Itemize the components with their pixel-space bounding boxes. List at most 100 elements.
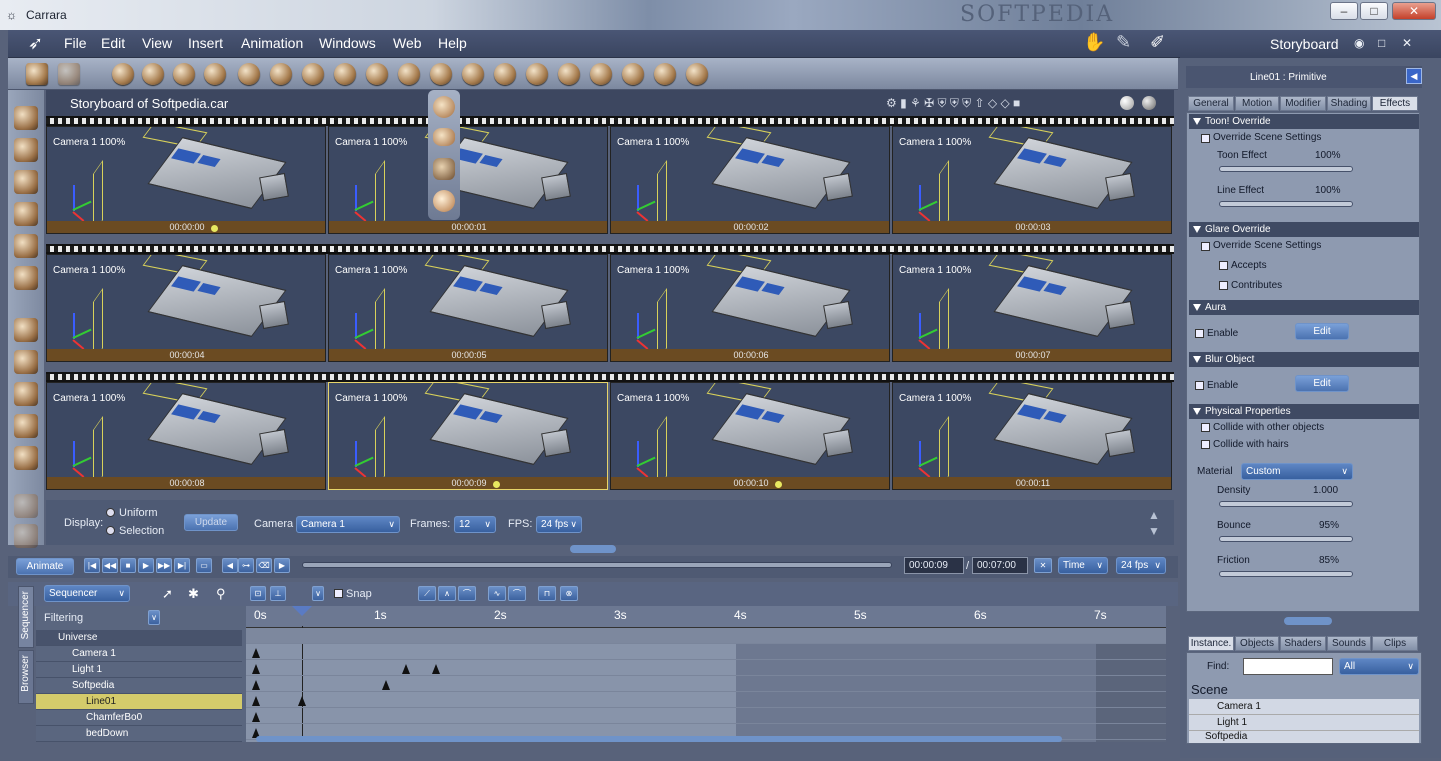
smooth-tween-icon[interactable]: ⌒ [458, 586, 476, 601]
storyboard-frame[interactable]: Camera 1 100% 00:00:11 [892, 382, 1172, 490]
accepts-checkbox[interactable] [1219, 261, 1228, 270]
selection-arrow-icon[interactable] [14, 106, 38, 130]
tree-row-beddown[interactable]: bedDown [36, 726, 242, 742]
key-icon[interactable]: ⊶ [238, 558, 254, 573]
time-cursor-handle[interactable] [292, 606, 312, 616]
total-time-field[interactable]: 00:07:00 [972, 557, 1028, 574]
toon-override-header[interactable]: Toon! Override [1189, 114, 1419, 129]
aura-enable-checkbox[interactable] [1195, 329, 1204, 338]
tab-sequencer[interactable]: Sequencer [18, 586, 34, 648]
room-maximize-button[interactable]: □ [1378, 36, 1385, 50]
options-dropdown-icon[interactable]: ∨ [312, 586, 324, 601]
time-scrubber[interactable] [302, 562, 892, 568]
keyframe[interactable] [252, 696, 260, 706]
current-time-field[interactable]: 00:00:09 [904, 557, 964, 574]
hand-pan-icon[interactable] [14, 524, 38, 548]
fog-icon[interactable] [462, 63, 484, 85]
loop-icon[interactable]: ▭ [196, 558, 212, 573]
tree-row-softpedia[interactable]: Softpedia [36, 678, 242, 694]
tab-sounds[interactable]: Sounds [1327, 636, 1371, 651]
update-button[interactable]: Update [184, 514, 238, 531]
splitter-handle[interactable] [570, 545, 616, 553]
menu-web[interactable]: Web [393, 35, 422, 51]
tab-effects[interactable]: Effects [1372, 96, 1418, 111]
keyframe[interactable] [298, 696, 306, 706]
blur-edit-button[interactable]: Edit [1295, 375, 1349, 392]
time-mode-select[interactable]: Time [1058, 557, 1108, 574]
zoom-icon[interactable]: ⚲ [216, 586, 226, 602]
discrete-tween-icon[interactable]: ⌒ [508, 586, 526, 601]
physical-properties-header[interactable]: Physical Properties [1189, 404, 1419, 419]
browser-item-light[interactable]: Light 1 [1189, 715, 1419, 731]
anim-fps-select[interactable]: 24 fps [1116, 557, 1166, 574]
linear-tween-icon[interactable]: ⟋ [418, 586, 436, 601]
align-icon[interactable]: ⊥ [270, 586, 286, 601]
play-icon[interactable]: ▶ [138, 558, 154, 573]
spline-object-icon[interactable] [238, 63, 260, 85]
prev-key-icon[interactable]: ◀ [222, 558, 238, 573]
glare-override-checkbox[interactable] [1201, 242, 1210, 251]
storyboard-frame[interactable]: Camera 1 100% 00:00:05 [328, 254, 608, 362]
carrara-logo-icon[interactable]: ➶ [28, 33, 43, 54]
bone-icon[interactable] [686, 63, 708, 85]
snap-checkbox[interactable] [334, 589, 343, 598]
tab-shading[interactable]: Shading [1327, 96, 1371, 111]
assemble-room-icon[interactable]: ✋ [1083, 32, 1105, 53]
fit-icon[interactable]: ⊡ [250, 586, 266, 601]
scroll-up-icon[interactable]: ▲ [1148, 508, 1160, 522]
tab-shaders[interactable]: Shaders [1280, 636, 1326, 651]
bezier-tween-icon[interactable]: ∿ [488, 586, 506, 601]
go-end-icon[interactable]: ▶| [174, 558, 190, 573]
storyboard-frame[interactable]: Camera 1 100% 00:00:00 [46, 126, 326, 234]
delete-key-icon[interactable]: ⌫ [256, 558, 272, 573]
fast-forward-icon[interactable]: ▶▶ [156, 558, 172, 573]
scroll-down-icon[interactable]: ▼ [1148, 524, 1160, 538]
light-icon[interactable] [558, 63, 580, 85]
sphere-icon[interactable] [112, 63, 134, 85]
density-slider[interactable] [1219, 501, 1353, 507]
tree-row-universe[interactable]: Universe [36, 630, 242, 646]
menu-insert[interactable]: Insert [188, 35, 223, 51]
camera-select[interactable]: Camera 1 [296, 516, 400, 533]
go-start-icon[interactable]: |◀ [84, 558, 100, 573]
menu-windows[interactable]: Windows [319, 35, 376, 51]
box-view-icon[interactable] [14, 446, 38, 470]
material-select[interactable]: Custom [1241, 463, 1353, 480]
timeline-scrollbar[interactable] [256, 736, 1062, 742]
storyboard-frame[interactable]: Camera 1 100% 00:00:02 [610, 126, 890, 234]
keyframe[interactable] [402, 664, 410, 674]
keyframe[interactable] [252, 680, 260, 690]
time-settings-icon[interactable]: ✕ [1034, 558, 1052, 573]
aura-edit-button[interactable]: Edit [1295, 323, 1349, 340]
storyboard-frame[interactable]: Camera 1 100% 00:00:08 [46, 382, 326, 490]
hair-icon[interactable] [494, 63, 516, 85]
pan-icon[interactable] [14, 350, 38, 374]
rotate-icon[interactable] [14, 170, 38, 194]
cloud-icon[interactable] [398, 63, 420, 85]
group-icon[interactable] [622, 63, 644, 85]
menu-file[interactable]: File [64, 35, 87, 51]
camera-tool-icon[interactable] [14, 494, 38, 518]
keyframe[interactable] [252, 664, 260, 674]
aura-header[interactable]: Aura [1189, 300, 1419, 315]
room-close-button[interactable]: ✕ [1402, 36, 1412, 50]
bank-icon[interactable] [14, 414, 38, 438]
menu-view[interactable]: View [142, 35, 172, 51]
plant-icon[interactable] [433, 158, 455, 180]
fire-icon[interactable] [430, 63, 452, 85]
storyboard-frame[interactable]: Camera 1 100% 00:00:06 [610, 254, 890, 362]
filtering-dropdown-icon[interactable]: ∨ [148, 610, 160, 625]
time-ruler[interactable]: 0s 1s 2s 3s 4s 5s 6s 7s [246, 606, 1166, 628]
hand-tool-icon[interactable] [58, 63, 80, 85]
contributes-checkbox[interactable] [1219, 281, 1228, 290]
storyboard-room-icon[interactable]: ✐ [1150, 32, 1165, 53]
toon-effect-slider[interactable] [1219, 166, 1353, 172]
tree-row-line01[interactable]: Line01 [36, 694, 242, 710]
text-object-icon[interactable] [270, 63, 292, 85]
tab-browser[interactable]: Browser [18, 650, 34, 704]
storyboard-frame[interactable]: Camera 1 100% 00:00:10 [610, 382, 890, 490]
flame-icon[interactable] [433, 190, 455, 212]
fog-icon[interactable] [433, 128, 455, 146]
bounce-tween-icon[interactable]: ⊗ [560, 586, 578, 601]
storyboard-frame[interactable]: Camera 1 100% 00:00:03 [892, 126, 1172, 234]
